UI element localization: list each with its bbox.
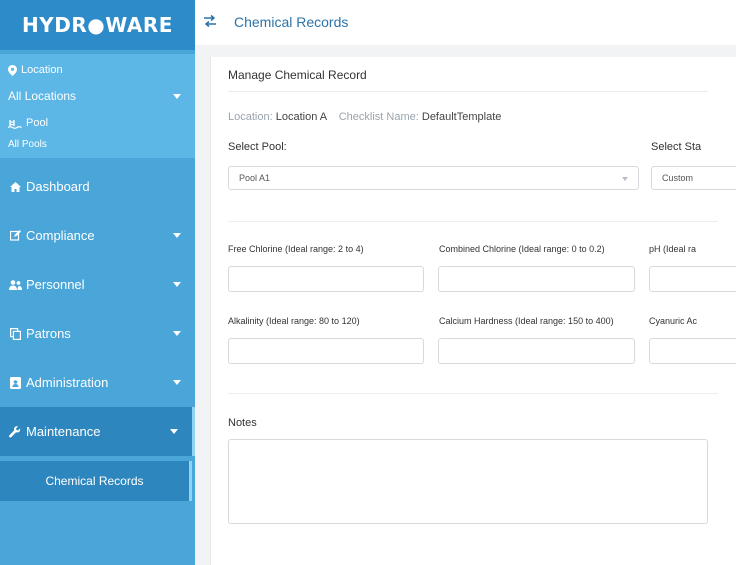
sidebar-item-patrons[interactable]: Patrons	[0, 309, 195, 358]
select-pool-label: Select Pool:	[228, 141, 287, 153]
free-chlorine-input[interactable]	[228, 266, 424, 292]
sidebar-subitem-label: Chemical Records	[45, 474, 144, 488]
checklist-meta-value: DefaultTemplate	[421, 111, 502, 123]
record-meta: Location: Location A Checklist Name: Def…	[228, 111, 501, 123]
pool-label: Pool	[26, 117, 49, 129]
sidebar-item-personnel[interactable]: Personnel	[0, 260, 195, 309]
edit-icon	[8, 230, 22, 241]
sidebar-item-dashboard[interactable]: Dashboard	[0, 162, 195, 211]
chevron-down-icon	[622, 177, 628, 181]
home-icon	[8, 181, 22, 192]
chevron-down-icon	[173, 331, 181, 336]
ph-label: pH (Ideal ra	[649, 244, 697, 254]
id-card-icon	[8, 376, 22, 389]
divider	[228, 393, 718, 394]
chevron-down-icon	[173, 282, 181, 287]
copy-icon	[8, 327, 22, 340]
combined-chlorine-input[interactable]	[438, 266, 635, 292]
cyanuric-input[interactable]	[649, 338, 736, 364]
chevron-down-icon[interactable]	[173, 94, 181, 99]
chemical-record-card: Manage Chemical Record Location: Locatio…	[210, 57, 736, 565]
pool-select[interactable]: Pool A1	[228, 166, 639, 190]
topbar: Chemical Records	[195, 0, 736, 45]
select-status-label: Select Sta	[651, 141, 702, 153]
sidebar-item-label: Patrons	[26, 326, 71, 341]
checklist-meta-label: Checklist Name:	[338, 111, 419, 123]
sidebar-item-label: Compliance	[26, 228, 95, 243]
pool-value: All Pools	[8, 139, 47, 150]
free-chlorine-label: Free Chlorine (Ideal range: 2 to 4)	[228, 244, 364, 254]
sidebar-item-label: Maintenance	[26, 424, 101, 439]
cyanuric-label: Cyanuric Ac	[649, 316, 698, 326]
notes-label: Notes	[228, 417, 257, 429]
sidebar-item-compliance[interactable]: Compliance	[0, 211, 195, 260]
sidebar-item-administration[interactable]: Administration	[0, 358, 195, 407]
chevron-down-icon	[173, 233, 181, 238]
sidebar-nav: Dashboard Compliance Personnel Patrons A…	[0, 162, 195, 501]
swap-icon[interactable]	[203, 14, 217, 33]
card-title: Manage Chemical Record	[228, 68, 367, 82]
users-icon	[8, 279, 22, 290]
location-filter: Location All Locations Pool All Pools	[0, 54, 195, 158]
calcium-hardness-input[interactable]	[438, 338, 635, 364]
sidebar-subitem-chemical-records[interactable]: Chemical Records	[0, 461, 192, 501]
pool-label-row: Pool	[8, 117, 48, 129]
location-label-row: Location	[8, 64, 63, 76]
location-meta-label: Location:	[228, 111, 273, 123]
logo-bar[interactable]: HYDR●WARE	[0, 0, 195, 50]
sidebar-item-label: Dashboard	[26, 179, 90, 194]
location-value: All Locations	[8, 89, 77, 103]
divider	[228, 91, 708, 92]
sidebar: HYDR●WARE Location All Locations Pool Al…	[0, 0, 195, 565]
ph-input[interactable]	[649, 266, 736, 292]
sidebar-item-label: Administration	[26, 375, 109, 390]
alkalinity-label: Alkalinity (Ideal range: 80 to 120)	[228, 316, 360, 326]
notes-textarea[interactable]	[228, 439, 708, 524]
calcium-hardness-label: Calcium Hardness (Ideal range: 150 to 40…	[439, 316, 614, 326]
chevron-down-icon	[173, 380, 181, 385]
map-pin-icon	[8, 64, 17, 76]
pool-select-value: Pool A1	[239, 173, 271, 183]
location-label: Location	[21, 64, 63, 76]
combined-chlorine-label: Combined Chlorine (Ideal range: 0 to 0.2…	[439, 244, 605, 254]
divider	[228, 221, 718, 222]
wrench-icon	[8, 425, 22, 438]
sidebar-item-label: Personnel	[26, 277, 85, 292]
page-title: Chemical Records	[234, 14, 349, 30]
pool-icon	[8, 119, 22, 129]
location-select[interactable]: All Locations	[8, 89, 76, 103]
location-meta-value: Location A	[275, 111, 327, 123]
sidebar-item-maintenance[interactable]: Maintenance	[0, 407, 195, 456]
chevron-down-icon	[170, 429, 178, 434]
brand-logo: HYDR●WARE	[22, 13, 173, 37]
status-select-value: Custom	[662, 173, 694, 183]
alkalinity-input[interactable]	[228, 338, 424, 364]
pool-select[interactable]: All Pools	[8, 139, 47, 150]
status-select[interactable]: Custom	[651, 166, 736, 190]
